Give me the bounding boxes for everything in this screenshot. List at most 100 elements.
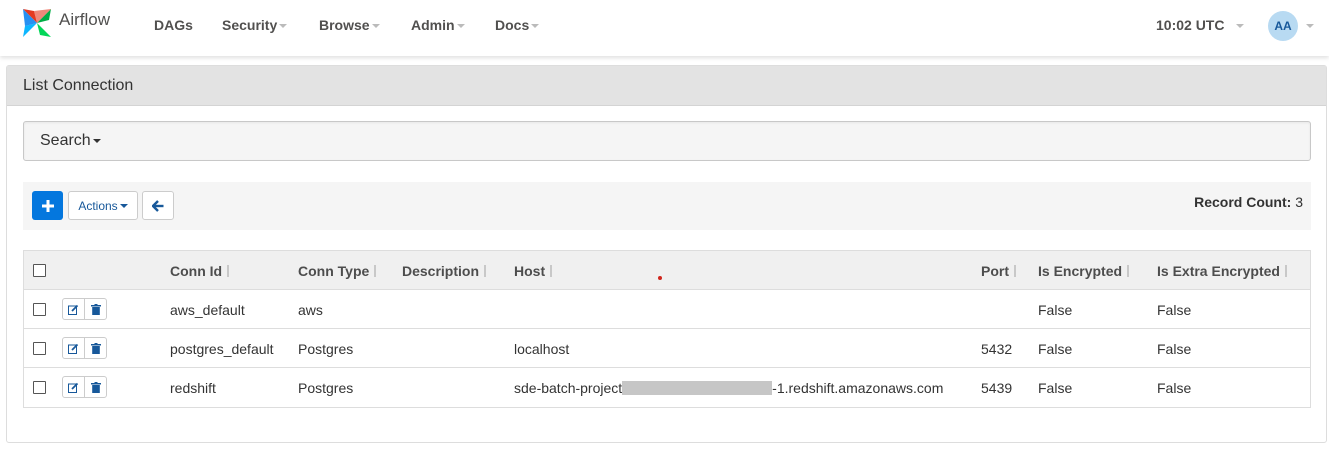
chevron-down-icon bbox=[92, 139, 101, 143]
cell-host: localhost bbox=[514, 341, 570, 357]
chevron-down-icon bbox=[119, 203, 128, 208]
nav-docs[interactable]: Docs bbox=[495, 17, 540, 33]
chevron-down-icon bbox=[371, 24, 380, 29]
user-avatar[interactable]: AA bbox=[1268, 11, 1298, 41]
cell-conn-id: postgres_default bbox=[170, 341, 274, 357]
chevron-down-icon bbox=[1236, 24, 1245, 29]
column-header-conn-type[interactable]: Conn Type bbox=[298, 263, 377, 279]
edit-icon bbox=[68, 382, 79, 393]
delete-button[interactable] bbox=[84, 299, 106, 319]
table-header: Conn Id Conn Type Description Host Port … bbox=[24, 251, 1310, 290]
column-label: Description bbox=[402, 263, 480, 279]
navbar: Airflow DAGs Security Browse Admin Docs … bbox=[0, 0, 1329, 56]
cell-is-encrypted: False bbox=[1038, 341, 1073, 357]
trash-icon bbox=[90, 303, 101, 315]
cell-host: sde-batch-project -1.redshift.amazonaws.c… bbox=[514, 380, 943, 396]
host-suffix: -1.redshift.amazonaws.com bbox=[772, 380, 944, 396]
host-prefix: sde-batch-project bbox=[514, 380, 623, 396]
row-checkbox[interactable] bbox=[33, 303, 46, 316]
edit-button[interactable] bbox=[63, 299, 84, 319]
cell-conn-type: Postgres bbox=[298, 380, 354, 396]
back-button[interactable] bbox=[142, 191, 174, 220]
user-initials: AA bbox=[1274, 19, 1292, 33]
toolbar: Actions Record Count: 3 bbox=[23, 182, 1311, 230]
nav-security-label: Security bbox=[222, 17, 278, 33]
cell-is-extra-encrypted: False bbox=[1157, 380, 1192, 396]
cell-conn-type: Postgres bbox=[298, 341, 354, 357]
record-count: Record Count: 3 bbox=[1194, 194, 1303, 210]
nav-admin[interactable]: Admin bbox=[411, 17, 465, 33]
column-header-description[interactable]: Description bbox=[402, 263, 487, 279]
edit-icon bbox=[68, 304, 79, 315]
record-count-value: 3 bbox=[1295, 194, 1303, 210]
sort-icon bbox=[373, 265, 377, 277]
trash-icon bbox=[90, 342, 101, 354]
cell-is-encrypted: False bbox=[1038, 302, 1073, 318]
row-action-buttons bbox=[62, 376, 107, 398]
sort-icon bbox=[549, 265, 553, 277]
edit-icon bbox=[68, 343, 79, 354]
row-action-buttons bbox=[62, 298, 107, 320]
chevron-down-icon bbox=[279, 24, 288, 29]
column-label: Conn Id bbox=[170, 263, 223, 279]
record-count-label: Record Count: bbox=[1194, 194, 1292, 210]
row-checkbox[interactable] bbox=[33, 342, 46, 355]
edit-button[interactable] bbox=[63, 377, 84, 397]
redacted-block bbox=[622, 381, 773, 395]
row-checkbox[interactable] bbox=[33, 381, 46, 394]
arrow-left-icon bbox=[152, 199, 164, 212]
nav-security[interactable]: Security bbox=[222, 17, 288, 33]
connections-table: Conn Id Conn Type Description Host Port … bbox=[23, 250, 1311, 408]
clock-time: 10:02 UTC bbox=[1156, 17, 1225, 33]
sort-icon bbox=[226, 265, 230, 277]
brand-link[interactable]: Airflow bbox=[19, 4, 110, 42]
column-header-host[interactable]: Host bbox=[514, 263, 553, 279]
table-row: aws_default aws False False bbox=[24, 290, 1310, 329]
table-row: postgres_default Postgres localhost 5432… bbox=[24, 329, 1310, 368]
chevron-down-icon bbox=[531, 24, 540, 29]
clock-dropdown[interactable]: 10:02 UTC bbox=[1156, 17, 1245, 33]
panel-heading: List Connection bbox=[7, 66, 1326, 106]
column-header-port[interactable]: Port bbox=[981, 263, 1017, 279]
nav-browse[interactable]: Browse bbox=[319, 17, 380, 33]
brand-name: Airflow bbox=[59, 10, 111, 29]
column-header-is-extra-encrypted[interactable]: Is Extra Encrypted bbox=[1157, 263, 1288, 279]
column-label: Conn Type bbox=[298, 263, 370, 279]
list-connection-panel: List Connection Search Actions Record Co… bbox=[6, 65, 1327, 443]
chevron-down-icon bbox=[456, 24, 465, 29]
column-label: Is Encrypted bbox=[1038, 263, 1123, 279]
nav-docs-label: Docs bbox=[495, 17, 530, 33]
search-toggle[interactable]: Search bbox=[23, 121, 1311, 161]
sort-icon bbox=[1013, 265, 1017, 277]
edit-button[interactable] bbox=[63, 338, 84, 358]
chevron-down-icon[interactable] bbox=[1306, 24, 1314, 28]
table-row: redshift Postgres sde-batch-project -1.re… bbox=[24, 368, 1310, 407]
sort-icon bbox=[1126, 265, 1130, 277]
sort-icon bbox=[1284, 265, 1288, 277]
cell-port: 5432 bbox=[981, 341, 1013, 357]
nav-dags[interactable]: DAGs bbox=[154, 17, 193, 33]
cell-conn-id: redshift bbox=[170, 380, 216, 396]
actions-dropdown-button[interactable]: Actions bbox=[68, 191, 138, 220]
cursor-marker bbox=[658, 276, 662, 280]
search-label: Search bbox=[40, 132, 91, 149]
nav-browse-label: Browse bbox=[319, 17, 370, 33]
cell-port: 5439 bbox=[981, 380, 1013, 396]
delete-button[interactable] bbox=[84, 338, 106, 358]
actions-label: Actions bbox=[78, 198, 118, 213]
column-label: Port bbox=[981, 263, 1009, 279]
cell-conn-type: aws bbox=[298, 302, 323, 318]
column-header-is-encrypted[interactable]: Is Encrypted bbox=[1038, 263, 1130, 279]
cell-is-encrypted: False bbox=[1038, 380, 1073, 396]
nav-dags-label: DAGs bbox=[154, 17, 193, 33]
cell-conn-id: aws_default bbox=[170, 302, 245, 318]
airflow-logo-icon bbox=[23, 9, 51, 37]
cell-is-extra-encrypted: False bbox=[1157, 341, 1192, 357]
column-header-conn-id[interactable]: Conn Id bbox=[170, 263, 230, 279]
column-label: Host bbox=[514, 263, 546, 279]
add-record-button[interactable] bbox=[32, 191, 63, 220]
delete-button[interactable] bbox=[84, 377, 106, 397]
nav-admin-label: Admin bbox=[411, 17, 455, 33]
select-all-checkbox[interactable] bbox=[33, 264, 46, 277]
trash-icon bbox=[90, 381, 101, 393]
